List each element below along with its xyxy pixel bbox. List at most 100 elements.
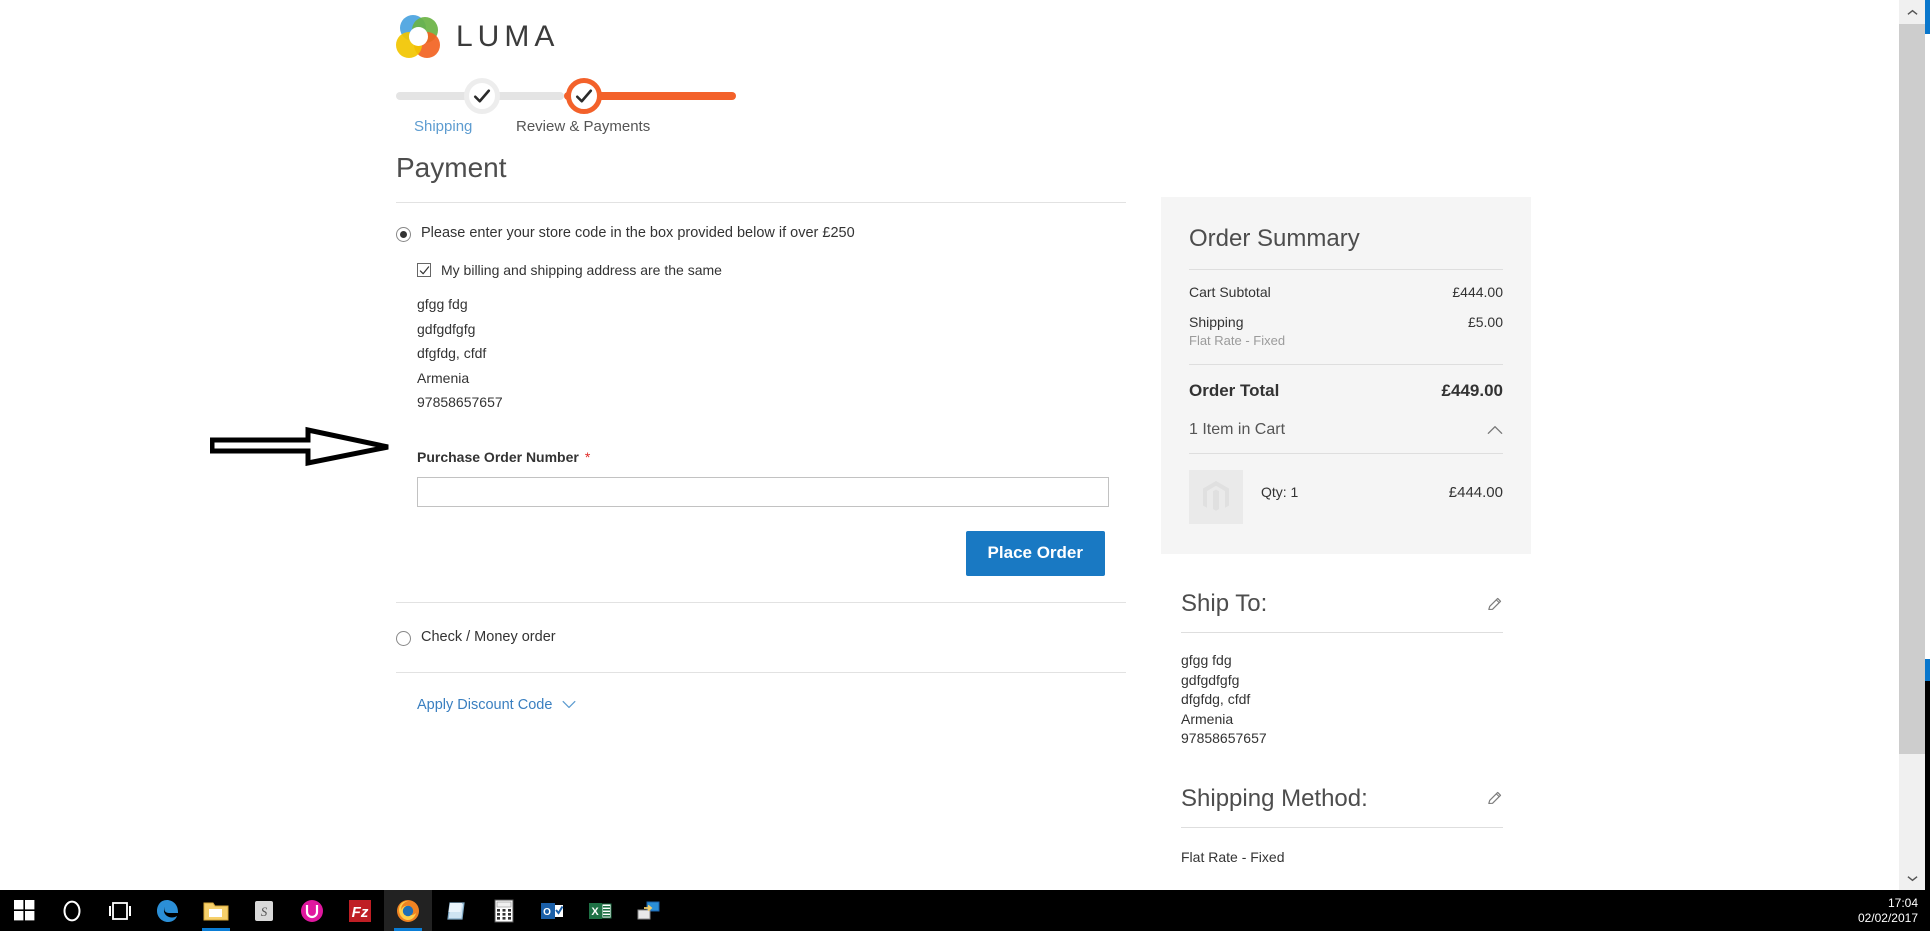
billing-address-line: 97858657657: [417, 394, 503, 410]
site-logo[interactable]: LUMA: [396, 15, 559, 59]
checkbox-billing-same-label: My billing and shipping address are the …: [441, 262, 722, 278]
excel-button[interactable]: X: [576, 890, 624, 931]
firefox-button[interactable]: [384, 890, 432, 931]
sublime-button[interactable]: S: [240, 890, 288, 931]
calculator-button[interactable]: [480, 890, 528, 931]
order-total-row: Order Total £449.00: [1189, 365, 1503, 419]
clock-time: 17:04: [1887, 895, 1918, 910]
scroll-down-button[interactable]: [1899, 866, 1925, 890]
chevron-up-icon: [1906, 9, 1918, 15]
edge-button[interactable]: [144, 890, 192, 931]
window-edge-accent: [1925, 0, 1930, 34]
progress-label-review-payments: Review & Payments: [516, 118, 651, 135]
payment-method-label-purchase-order: Please enter your store code in the box …: [421, 225, 855, 241]
excel-icon: X: [589, 902, 612, 919]
payment-method-purchase-order[interactable]: Please enter your store code in the box …: [396, 203, 1126, 576]
apply-discount-code-section[interactable]: Apply Discount Code: [396, 673, 1126, 713]
billing-address-block: gfgg fdg gdfgdfgfg dfgfdg, cfdf Armenia …: [417, 292, 1126, 415]
page-scrollbar[interactable]: [1899, 0, 1925, 890]
pencil-icon[interactable]: [1486, 790, 1503, 807]
cortana-button[interactable]: [48, 890, 96, 931]
order-total-label: Order Total: [1189, 381, 1280, 400]
progress-label-shipping[interactable]: Shipping: [414, 118, 472, 135]
billing-same-block: My billing and shipping address are the …: [417, 262, 1126, 278]
task-view-button[interactable]: [96, 890, 144, 931]
luma-logo-icon: [396, 15, 440, 59]
checkbox-billing-same[interactable]: [417, 263, 431, 277]
windows-taskbar: S Fz O X 17:04 02/02/2017: [0, 890, 1930, 931]
filezilla-icon: Fz: [349, 899, 371, 922]
shipping-method-body: Flat Rate - Fixed: [1181, 828, 1503, 868]
order-summary-title: Order Summary: [1189, 225, 1360, 252]
svg-text:Fz: Fz: [352, 904, 369, 921]
ship-to-address-line: gdfgdfgfg: [1181, 671, 1240, 688]
remote-desktop-icon: [637, 901, 660, 919]
summary-row-value: £5.00: [1467, 314, 1503, 330]
shipping-method-section: Shipping Method: Flat Rate - Fixed: [1161, 749, 1531, 868]
taskbar-clock[interactable]: 17:04 02/02/2017: [1858, 890, 1918, 931]
ship-to-section: Ship To: gfgg fdg gdfgdfgfg dfgfdg, cfdf…: [1161, 554, 1531, 749]
window-edge-accent-2: [1925, 659, 1930, 681]
billing-address-line: dfgfdg, cfdf: [417, 345, 487, 361]
chevron-down-icon: [1906, 875, 1918, 881]
purchase-order-number-label-text: Purchase Order Number: [417, 448, 579, 465]
purchase-order-number-input[interactable]: [417, 476, 1109, 507]
remote-desktop-button[interactable]: [624, 890, 672, 931]
chevron-up-icon: [1487, 425, 1503, 434]
scroll-up-button[interactable]: [1899, 0, 1925, 24]
radio-purchase-order[interactable]: [396, 227, 411, 242]
file-explorer-button[interactable]: [192, 890, 240, 931]
screen: LUMA Shipping Review & Payments Payment: [0, 0, 1930, 931]
payment-method-label-check-money-order: Check / Money order: [421, 628, 556, 645]
scrollbar-thumb[interactable]: [1899, 24, 1925, 754]
edge-icon: [157, 899, 178, 922]
start-button[interactable]: [0, 890, 48, 931]
magento-placeholder-icon: [1203, 481, 1229, 511]
cart-item-price: £444.00: [1448, 484, 1503, 501]
summary-row-label: Cart Subtotal: [1189, 284, 1271, 300]
page-title: Payment: [396, 152, 507, 183]
apply-discount-code-link[interactable]: Apply Discount Code: [417, 697, 552, 713]
notes-button[interactable]: [432, 890, 480, 931]
ship-to-address: gfgg fdg gdfgdfgfg dfgfdg, cfdf Armenia …: [1181, 633, 1503, 749]
sublime-icon: S: [255, 900, 273, 921]
progress-step-review-payments[interactable]: [566, 78, 602, 114]
cart-items-count-label: 1 Item in Cart: [1189, 421, 1286, 438]
sidebar-column: Order Summary Cart Subtotal £444.00 Ship…: [1161, 197, 1531, 867]
ship-to-address-line: dfgfdg, cfdf: [1181, 691, 1251, 707]
payment-method-check-money-order[interactable]: Check / Money order: [396, 603, 1126, 672]
pencil-icon[interactable]: [1486, 596, 1503, 613]
svg-text:X: X: [591, 906, 599, 918]
cart-item-qty: Qty: 1: [1261, 484, 1299, 500]
ship-to-address-line: 97858657657: [1181, 730, 1267, 746]
order-total-value: £449.00: [1441, 381, 1503, 400]
app-magenta-button[interactable]: [288, 890, 336, 931]
outlook-icon: O: [541, 902, 564, 919]
ship-to-address-line: Armenia: [1181, 710, 1234, 727]
required-marker: *: [584, 448, 591, 465]
taskbar-items: S Fz O X: [0, 890, 672, 931]
billing-address-line: Armenia: [417, 369, 470, 386]
svg-text:S: S: [261, 904, 268, 919]
checkout-progress-bar: Shipping Review & Payments: [396, 78, 736, 135]
cart-item-row: Qty: 1 £444.00: [1189, 454, 1503, 524]
summary-row-shipping: Shipping Flat Rate - Fixed £5.00: [1189, 300, 1503, 348]
payment-column: Payment Please enter your store code in …: [396, 152, 1126, 713]
ship-to-address-line: gfgg fdg: [1181, 652, 1232, 668]
magenta-app-icon: [301, 899, 323, 922]
notes-icon: [447, 901, 465, 920]
task-view-icon: [109, 901, 131, 920]
chevron-down-icon: [562, 700, 576, 709]
order-summary-panel: Order Summary Cart Subtotal £444.00 Ship…: [1161, 197, 1531, 554]
summary-row-sublabel: Flat Rate - Fixed: [1189, 333, 1286, 348]
circle-icon: [63, 900, 81, 921]
radio-check-money-order[interactable]: [396, 630, 411, 646]
summary-row-label: Shipping: [1189, 314, 1244, 330]
outlook-button[interactable]: O: [528, 890, 576, 931]
summary-row-cart-subtotal: Cart Subtotal £444.00: [1189, 270, 1503, 300]
cart-items-toggle[interactable]: 1 Item in Cart: [1189, 419, 1503, 439]
place-order-button[interactable]: Place Order: [965, 530, 1105, 576]
brand-name: LUMA: [456, 20, 560, 53]
filezilla-button[interactable]: Fz: [336, 890, 384, 931]
progress-step-shipping[interactable]: [464, 78, 500, 114]
